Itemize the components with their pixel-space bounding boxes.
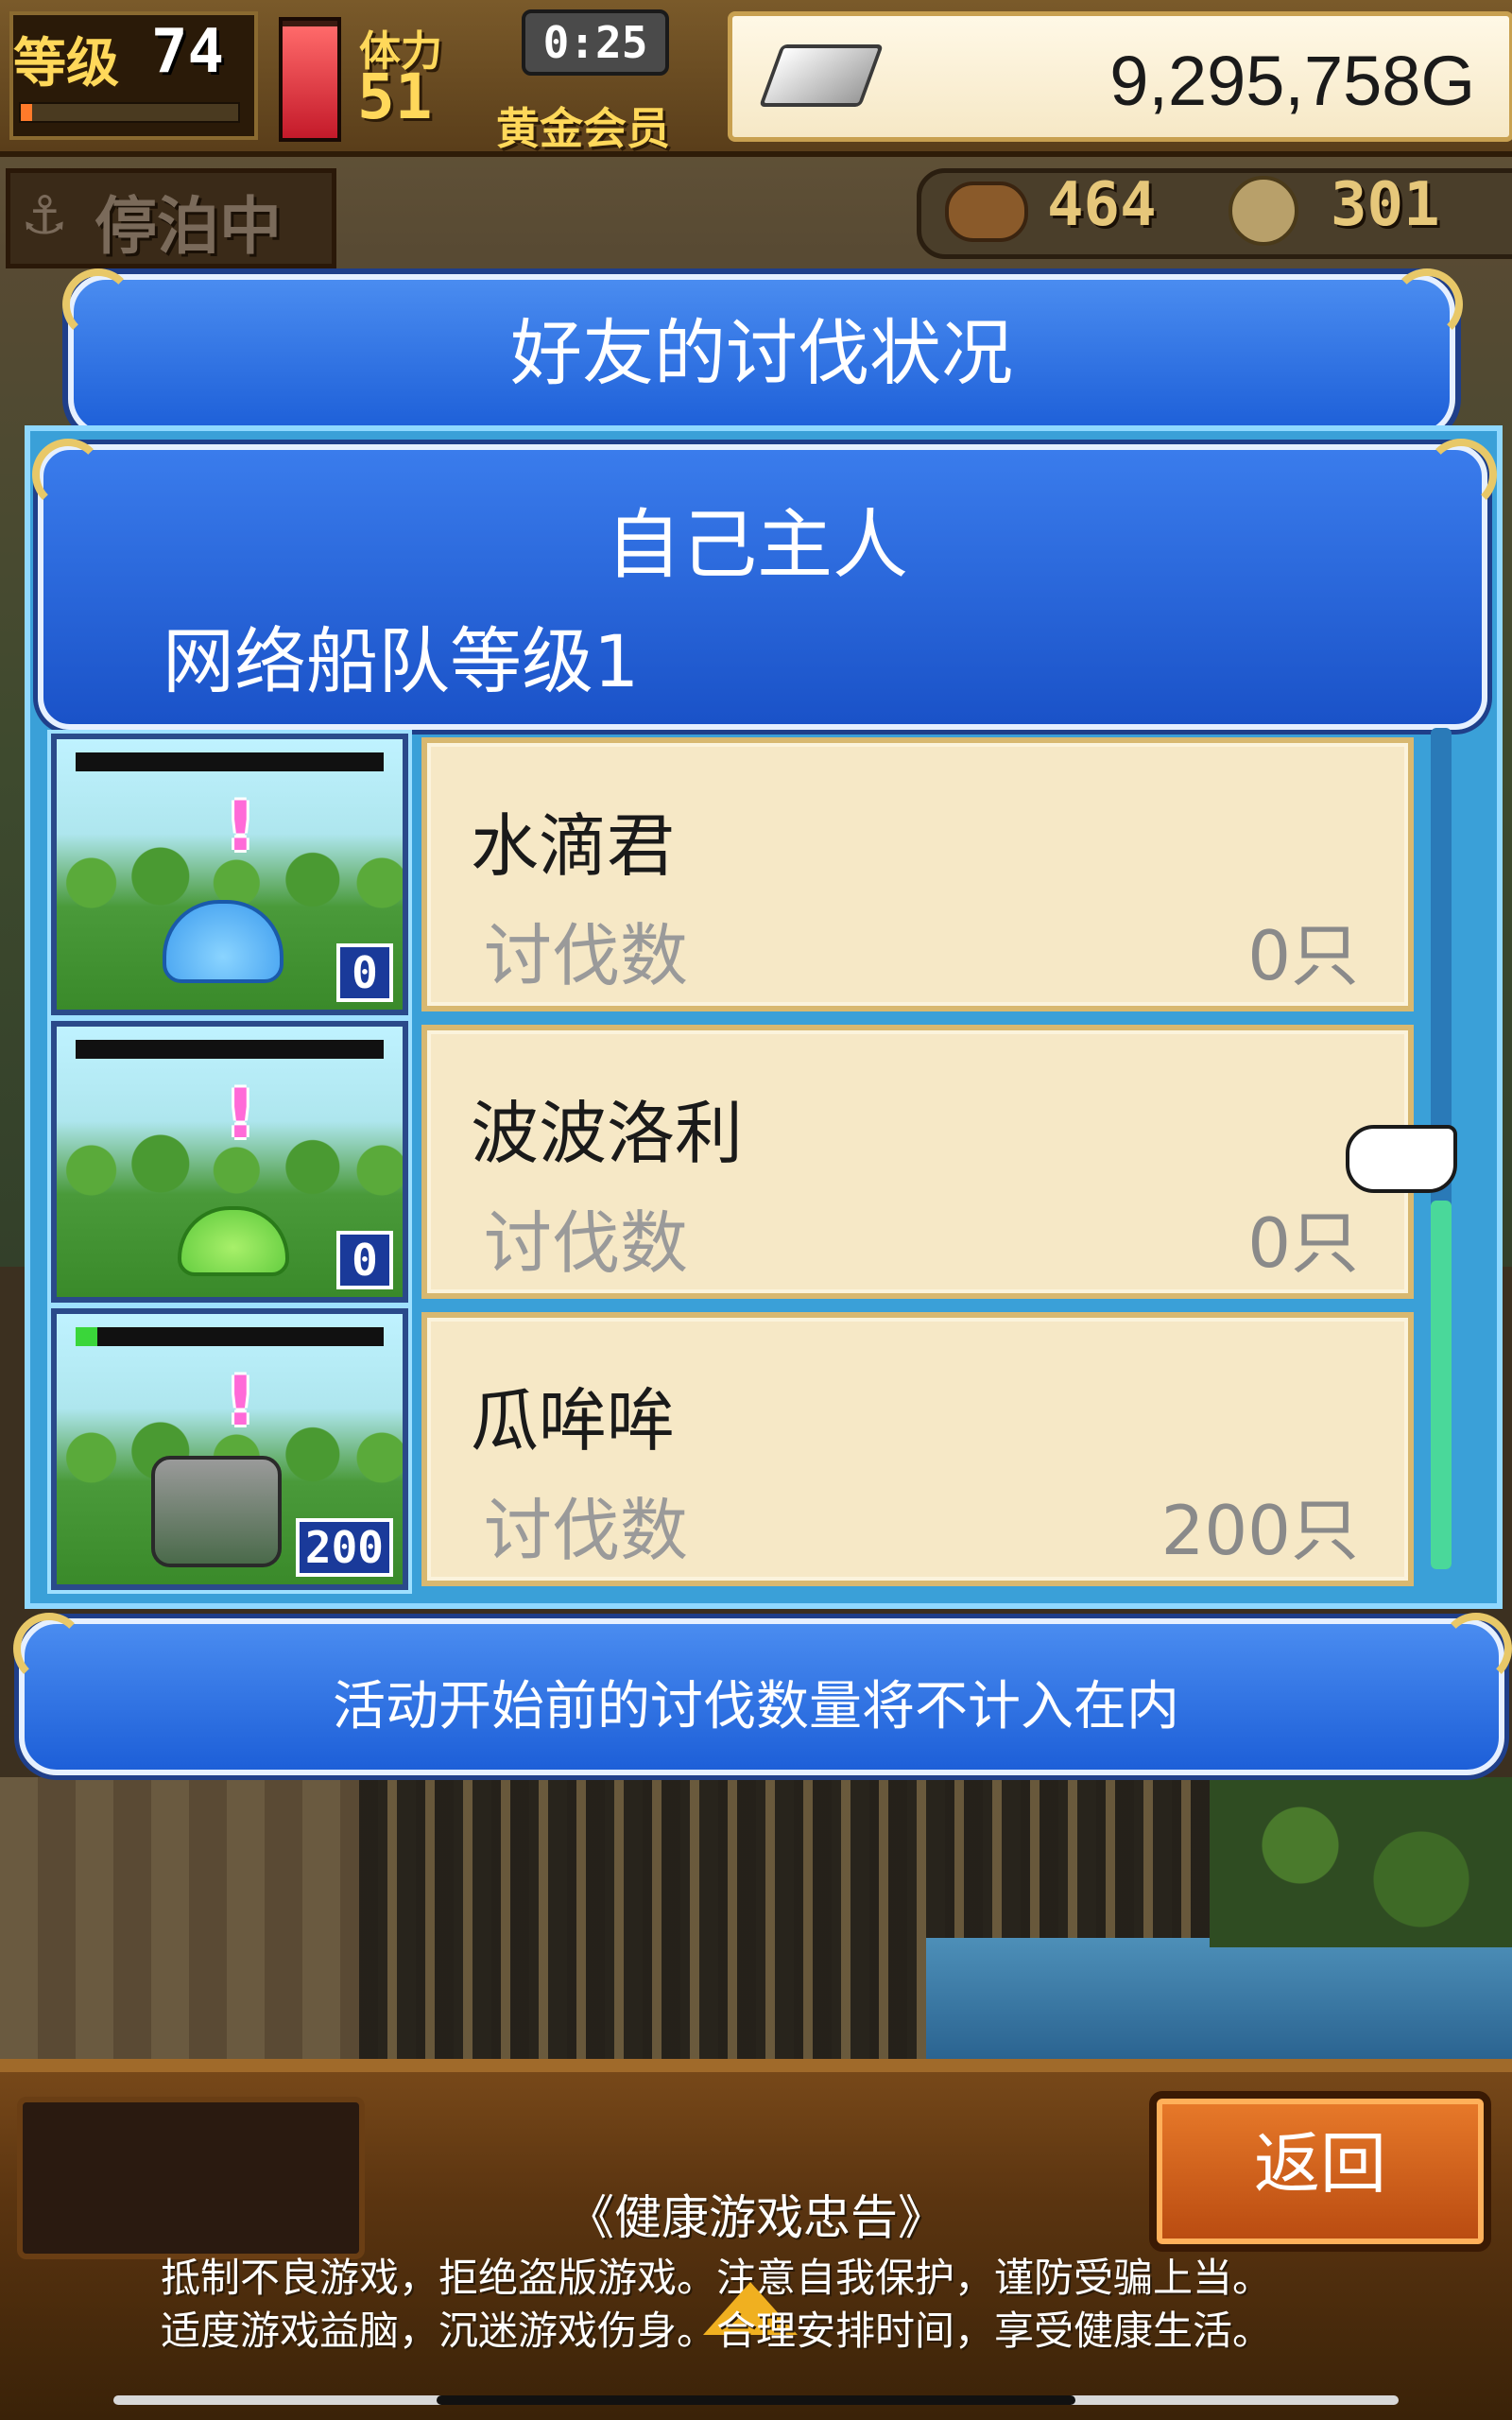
- monster-hp-bar: [76, 1040, 384, 1059]
- health-advice-title: 《健康游戏忠告》: [567, 2190, 945, 2245]
- exclamation-icon: !: [225, 1361, 256, 1441]
- monster-hp-bar: [76, 1327, 384, 1346]
- fleet-level: 网络船队等级1: [163, 619, 640, 703]
- wood-amount: 301: [1331, 170, 1440, 240]
- kill-count-badge: 0: [336, 943, 393, 1002]
- level-progress-bar: [19, 102, 240, 123]
- anchor-icon: ⚓: [21, 185, 69, 247]
- kill-count-value: 200只: [1160, 1491, 1359, 1570]
- bottom-bar-trim: [0, 2059, 1512, 2072]
- kill-count-badge: 0: [336, 1231, 393, 1289]
- monster-thumbnail[interactable]: ! 0: [47, 1017, 412, 1306]
- owner-name: 自己主人: [606, 501, 908, 589]
- kill-count-value: 0只: [1247, 916, 1359, 995]
- level-progress-fill: [21, 104, 32, 121]
- kill-count-label: 讨伐数: [484, 1491, 689, 1570]
- monster-name: 波波洛利: [471, 1094, 744, 1173]
- stamina-timer: 0:25: [522, 9, 669, 76]
- monster-hp-fill: [76, 1327, 97, 1346]
- meat-icon: [945, 182, 1028, 242]
- kill-count-value: 0只: [1247, 1203, 1359, 1283]
- level-label: 等级: [13, 33, 119, 95]
- stamina-bar: [279, 17, 341, 142]
- notice-text: 活动开始前的讨伐数量将不计入在内: [333, 1676, 1179, 1737]
- monster-name: 水滴君: [471, 806, 676, 886]
- scrollbar-thumb[interactable]: [1431, 1201, 1452, 1569]
- green-slime-monster-icon: [178, 1206, 289, 1276]
- monster-thumbnail[interactable]: ! 200: [47, 1305, 412, 1594]
- food-amount: 464: [1047, 170, 1157, 240]
- water-drop-monster-icon: [163, 900, 284, 983]
- armored-beast-monster-icon: [151, 1456, 282, 1567]
- pointing-hand-icon: [1346, 1125, 1457, 1193]
- gold-panel: 9,295,758G: [728, 11, 1512, 142]
- gold-amount: 9,295,758G: [1109, 42, 1475, 120]
- home-indicator[interactable]: [437, 2395, 1075, 2405]
- shore-trees: [1210, 1777, 1512, 1947]
- monster-hp-bar: [76, 752, 384, 771]
- dialog-title: 好友的讨伐状况: [510, 311, 1013, 395]
- exclamation-icon: !: [225, 786, 256, 866]
- membership-badge[interactable]: 黄金会员: [496, 95, 670, 157]
- kill-count-label: 讨伐数: [484, 1203, 689, 1283]
- health-advice-line-2: 适度游戏益脑，沉迷游戏伤身。合理安排时间，享受健康生活。: [161, 2308, 1273, 2354]
- monster-name: 瓜哞哞: [471, 1381, 676, 1461]
- timber-icon: [1228, 176, 1298, 246]
- stamina-fill: [283, 26, 337, 138]
- level-value: 74: [151, 17, 225, 87]
- kill-count-label: 讨伐数: [484, 916, 689, 995]
- stamina-value: 51: [357, 60, 433, 133]
- water-area: [926, 1938, 1512, 2061]
- exclamation-icon: !: [225, 1074, 256, 1153]
- monster-thumbnail[interactable]: ! 0: [47, 730, 412, 1019]
- kill-count-badge: 200: [295, 1518, 393, 1577]
- status-label: 停泊中: [94, 190, 282, 263]
- silver-bar-icon: [758, 44, 885, 107]
